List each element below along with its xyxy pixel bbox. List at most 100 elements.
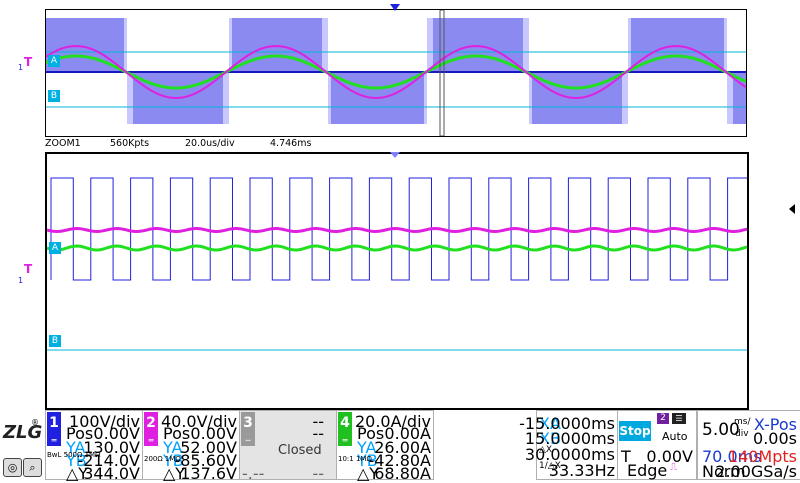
ch1-overview-segment — [301, 18, 304, 72]
ch1-overview-segment — [349, 72, 352, 124]
ch3-panel[interactable]: 3 -- -- ─ Closed -.-- -- — [239, 410, 337, 483]
zoom-cursor-b-marker[interactable]: B — [49, 335, 61, 347]
ch1-overview-segment — [730, 72, 733, 124]
trigger-panel[interactable]: Stop 2 ☰ Auto T 0.00V Edge ⎍ — [617, 410, 697, 480]
ch1-overview-segment — [592, 72, 595, 124]
trigger-position-arrow[interactable] — [390, 4, 400, 11]
ch1-coupling: BwL 500Ω 1MΩ — [47, 451, 101, 459]
zoom-waveform-window[interactable]: A B — [45, 152, 749, 410]
zoom-lens-icon[interactable]: ⌕ — [23, 458, 42, 477]
rising-edge-icon: ⎍ — [670, 462, 677, 473]
ch2-dy: 137.6V — [180, 464, 237, 483]
ch1-overview-segment — [697, 18, 700, 72]
ch1-overview-segment — [562, 72, 565, 124]
cursor-readout-panel[interactable]: XA -15.0000ms XB 15.0000ms △X 30.0000ms … — [519, 410, 618, 480]
ch1-overview-segment — [394, 72, 397, 124]
zoom-timebase: 20.0us/div — [185, 138, 235, 149]
ch1-overview-segment — [724, 18, 727, 72]
ch1-overview-segment — [325, 18, 328, 72]
ch1-overview-segment — [652, 18, 655, 72]
ch1-overview-segment — [226, 72, 229, 124]
timebase-panel[interactable]: 5.00 ms/ div X-Pos 0.00s 70.0ms 140Mpts … — [697, 410, 800, 481]
ch1-panel[interactable]: 1 100V/div Pos 0.00V ═ YA 130.0V YB -214… — [45, 410, 143, 483]
ch1-overview-segment — [82, 18, 85, 72]
ch1-overview-segment — [364, 72, 367, 124]
ch4-badge[interactable]: 4 — [338, 412, 352, 436]
ch1-overview-segment — [718, 18, 721, 72]
ch1-overview-segment — [295, 18, 298, 72]
ch1-overview-segment — [76, 18, 79, 72]
ch4-zoom-trace — [47, 244, 747, 252]
ch1-overview-segment — [388, 72, 391, 124]
ch2-panel[interactable]: 2 40.0V/div Pos 0.00V ═ YA 52.00V YB -85… — [142, 410, 240, 483]
ch4-panel[interactable]: 4 20.0A/div Pos 0.00A ═ YA 26.00A YB -42… — [336, 410, 434, 483]
cursor-b-marker[interactable]: B — [48, 90, 60, 102]
ch1-overview-segment — [649, 18, 652, 72]
ch1-overview-segment — [484, 18, 487, 72]
ch1-overview-segment — [259, 18, 262, 72]
ch1-ground-marker-overview: 1 — [18, 63, 24, 72]
ch4-dy: 68.80A — [374, 464, 431, 483]
ch1-overview-segment — [157, 72, 160, 124]
trigger-menu-icon[interactable]: ☰ — [672, 413, 686, 424]
zoom-position: 4.746ms — [270, 138, 312, 149]
ch1-overview-segment — [79, 18, 82, 72]
ch4-coupling: 10:1 1MΩ — [338, 455, 372, 463]
ch1-overview-segment — [547, 72, 550, 124]
zoom-name: ZOOM1 — [45, 138, 81, 149]
ch1-overview-segment — [271, 18, 274, 72]
ch1-overview-segment — [229, 18, 232, 72]
zoom-plot — [47, 177, 747, 351]
ch1-overview-segment — [670, 18, 673, 72]
ch1-overview-segment — [118, 18, 121, 72]
ch3-dc-icon: ─ — [241, 436, 255, 446]
ch1-overview-segment — [64, 18, 67, 72]
ch1-overview-segment — [727, 72, 730, 124]
ch1-overview-segment — [661, 18, 664, 72]
expand-right-icon[interactable] — [789, 204, 795, 214]
ch1-overview-segment — [676, 18, 679, 72]
cursor-a-marker[interactable]: A — [48, 55, 60, 67]
ch1-overview-segment — [526, 18, 529, 72]
zoom-cursor-a-marker[interactable]: A — [49, 242, 61, 254]
ch1-dc-icon: ═ — [47, 436, 61, 446]
ch1-dy: 344.0V — [83, 464, 140, 483]
ch3-badge[interactable]: 3 — [241, 412, 255, 436]
ch1-overview-segment — [67, 18, 70, 72]
ch1-overview-segment — [601, 72, 604, 124]
ch1-overview-segment — [520, 18, 523, 72]
xpos-value: 0.00s — [753, 429, 797, 448]
ch1-overview-segment — [247, 18, 250, 72]
ch1-overview-segment — [691, 18, 694, 72]
ch1-overview-segment — [466, 18, 469, 72]
zoom-trigger-arrow[interactable] — [390, 152, 400, 158]
trigger-source[interactable]: 2 — [657, 413, 669, 424]
ch2-badge[interactable]: 2 — [144, 412, 158, 436]
ch1-overview-segment — [700, 18, 703, 72]
ch1-overview-segment — [457, 18, 460, 72]
overview-plot — [46, 10, 746, 136]
ch1-overview-segment — [220, 72, 223, 124]
ch1-overview-segment — [496, 18, 499, 72]
ch1-overview-segment — [550, 72, 553, 124]
ch1-overview-segment — [286, 18, 289, 72]
ch1-overview-segment — [319, 18, 322, 72]
ch1-overview-segment — [202, 72, 205, 124]
ch1-overview-segment — [274, 18, 277, 72]
ch1-badge[interactable]: 1 — [47, 412, 61, 436]
ch1-overview-segment — [424, 72, 427, 124]
ch1-overview-segment — [478, 18, 481, 72]
ch1-overview-segment — [277, 18, 280, 72]
probe-icon[interactable]: ◎ — [3, 458, 22, 477]
run-stop-status[interactable]: Stop — [619, 421, 651, 441]
ch1-overview-segment — [352, 72, 355, 124]
ch1-overview-segment — [502, 18, 505, 72]
ch1-overview-segment — [298, 18, 301, 72]
ch1-overview-segment — [403, 72, 406, 124]
ch1-overview-segment — [460, 18, 463, 72]
ch1-overview-segment — [331, 72, 334, 124]
ch1-overview-segment — [472, 18, 475, 72]
overview-waveform-window[interactable]: A B — [45, 9, 747, 137]
ch1-overview-segment — [493, 18, 496, 72]
ch1-overview-segment — [148, 72, 151, 124]
